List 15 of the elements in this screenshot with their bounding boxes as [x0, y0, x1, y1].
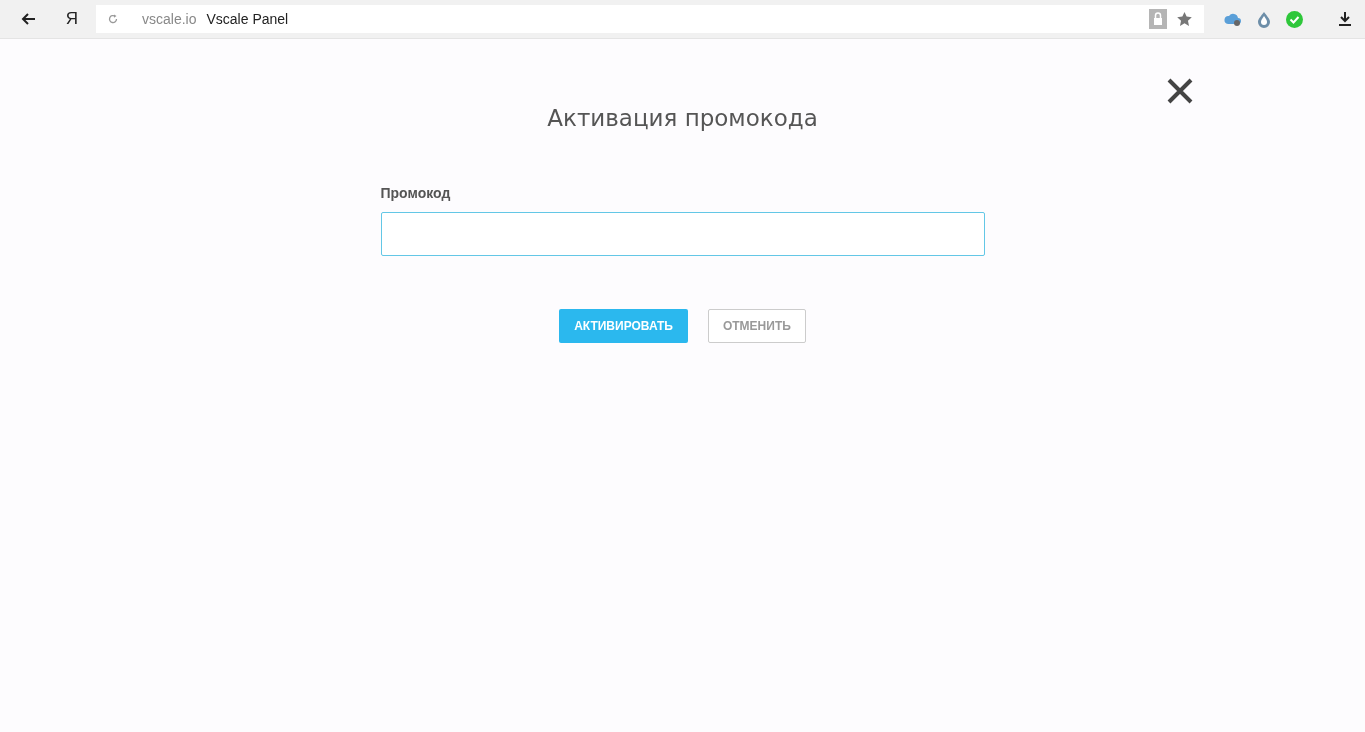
dialog-title: Активация промокода [547, 105, 818, 131]
cloud-icon[interactable] [1224, 12, 1242, 26]
reload-icon[interactable] [108, 14, 118, 24]
star-icon[interactable] [1177, 12, 1192, 26]
page-title: Vscale Panel [206, 11, 289, 27]
address-bar[interactable]: vscale.io Vscale Panel [96, 5, 1204, 33]
back-arrow-icon[interactable] [20, 12, 36, 26]
close-icon[interactable] [1166, 78, 1193, 104]
check-icon[interactable] [1286, 10, 1303, 28]
field-label: Промокод [380, 185, 452, 201]
url-domain: vscale.io [142, 11, 197, 27]
browser-logo[interactable]: Я [62, 9, 82, 29]
drop-icon[interactable] [1256, 10, 1272, 28]
download-icon[interactable] [1339, 12, 1351, 26]
promo-code-field[interactable] [380, 212, 985, 256]
